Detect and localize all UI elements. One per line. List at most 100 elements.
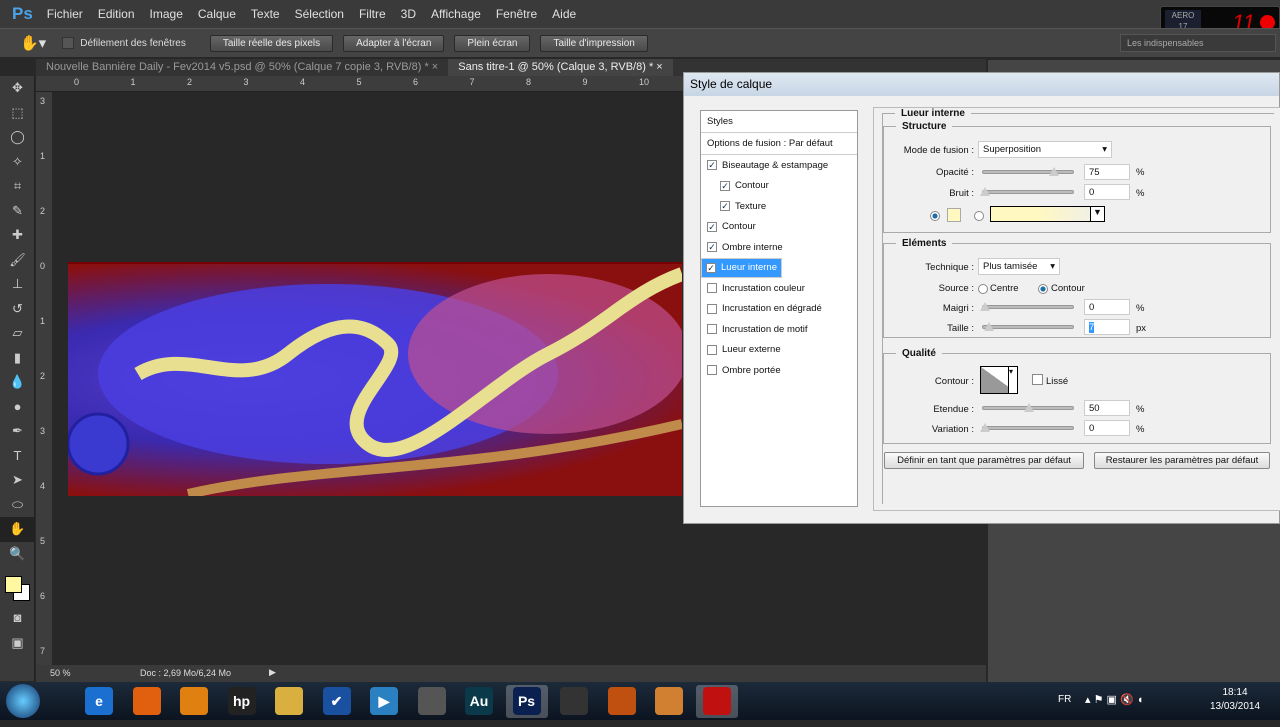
quick-mask-icon[interactable]: ◙ <box>0 606 35 631</box>
type-tool-icon[interactable]: T <box>0 444 35 469</box>
tab-sans-titre[interactable]: Sans titre-1 @ 50% (Calque 3, RVB/8) * × <box>448 59 673 76</box>
style-checkbox[interactable]: ✓ <box>720 180 730 191</box>
taskbar-app-icon[interactable] <box>601 685 643 718</box>
shape-tool-icon[interactable]: ⬭ <box>0 493 35 518</box>
taskbar-app-icon[interactable]: ✔ <box>316 685 358 718</box>
size-input[interactable]: 7 <box>1084 319 1130 335</box>
style-item[interactable]: ✓ Lueur interne <box>701 257 782 278</box>
tray-icons[interactable]: ▴ ⚑ ▣ 🔇 ◖ <box>1085 693 1143 706</box>
gradient-radio[interactable] <box>974 211 984 221</box>
menu-3d[interactable]: 3D <box>401 7 416 21</box>
language-indicator[interactable]: FR <box>1058 694 1071 705</box>
fit-screen-button[interactable]: Adapter à l'écran <box>343 34 445 52</box>
style-checkbox[interactable] <box>707 365 717 376</box>
screen-mode-icon[interactable]: ▣ <box>0 631 35 656</box>
menu-selection[interactable]: Sélection <box>295 7 344 21</box>
style-item[interactable]: ✓ Ombre interne <box>701 237 857 258</box>
style-checkbox[interactable]: ✓ <box>707 242 717 253</box>
contour-picker[interactable]: ▾ <box>980 366 1018 394</box>
style-checkbox[interactable] <box>707 324 717 335</box>
color-swatches[interactable] <box>0 566 34 606</box>
range-slider[interactable] <box>982 403 1074 412</box>
actual-pixels-button[interactable]: Taille réelle des pixels <box>209 34 334 52</box>
menu-calque[interactable]: Calque <box>198 7 236 21</box>
taskbar-app-icon[interactable] <box>268 685 310 718</box>
style-checkbox[interactable]: ✓ <box>720 201 730 212</box>
taskbar-app-icon[interactable]: ▶ <box>363 685 405 718</box>
noise-slider[interactable] <box>980 187 1074 196</box>
zoom-tool-icon[interactable]: 🔍 <box>0 542 35 567</box>
print-size-button[interactable]: Taille d'impression <box>540 34 648 52</box>
solid-color-radio[interactable] <box>930 211 940 221</box>
noise-input[interactable]: 0 <box>1084 184 1130 200</box>
close-icon[interactable]: × <box>656 61 662 73</box>
blend-mode-select[interactable]: Superposition ▾ <box>978 141 1112 158</box>
hand-tool-icon[interactable]: ✋ <box>0 517 35 542</box>
crop-tool-icon[interactable]: ⌗ <box>0 174 35 199</box>
taskbar-app-icon[interactable] <box>126 685 168 718</box>
taskbar-app-icon[interactable] <box>695 685 738 718</box>
reset-default-button[interactable]: Restaurer les paramètres par défaut <box>1094 452 1270 469</box>
marquee-tool-icon[interactable]: ⬚ <box>0 101 35 126</box>
choke-input[interactable]: 0 <box>1084 299 1130 315</box>
zoom-level[interactable]: 50 % <box>50 668 71 678</box>
style-item[interactable]: Incrustation de motif <box>701 319 857 340</box>
style-item[interactable]: Incrustation couleur <box>701 278 857 299</box>
range-input[interactable]: 50 <box>1084 400 1130 416</box>
menu-aide[interactable]: Aide <box>552 7 576 21</box>
eraser-tool-icon[interactable]: ▱ <box>0 321 35 346</box>
taskbar-app-icon[interactable] <box>648 685 690 718</box>
style-checkbox[interactable] <box>707 283 717 294</box>
source-center-radio[interactable] <box>978 284 988 294</box>
menu-affichage[interactable]: Affichage <box>431 7 481 21</box>
dodge-tool-icon[interactable]: ● <box>0 395 35 420</box>
fill-screen-button[interactable]: Plein écran <box>454 34 531 52</box>
taskbar-app-icon[interactable]: Ps <box>505 685 548 718</box>
eyedropper-icon[interactable]: ✎ <box>0 199 35 224</box>
antialias-checkbox[interactable] <box>1032 374 1043 385</box>
choke-slider[interactable] <box>980 302 1074 311</box>
healing-brush-icon[interactable]: ✚ <box>0 223 35 248</box>
style-item[interactable]: Lueur externe <box>701 340 857 361</box>
size-slider[interactable] <box>982 322 1074 331</box>
clock[interactable]: 18:14 13/03/2014 <box>1200 686 1270 714</box>
pen-tool-icon[interactable]: ✒ <box>0 419 35 444</box>
scroll-all-checkbox[interactable] <box>62 37 75 49</box>
opacity-slider[interactable] <box>982 167 1074 176</box>
glow-color-swatch[interactable] <box>947 208 961 222</box>
style-checkbox[interactable]: ✓ <box>707 160 717 171</box>
history-brush-icon[interactable]: ↺ <box>0 297 35 322</box>
styles-header[interactable]: Styles <box>701 111 857 133</box>
stamp-tool-icon[interactable]: ⊥ <box>0 272 35 297</box>
menu-edition[interactable]: Edition <box>98 7 135 21</box>
style-checkbox[interactable]: ✓ <box>707 221 717 232</box>
menu-image[interactable]: Image <box>150 7 183 21</box>
taskbar-app-icon[interactable]: e <box>78 685 120 718</box>
style-item[interactable]: Incrustation en dégradé <box>701 299 857 320</box>
source-edge-radio[interactable] <box>1038 284 1048 294</box>
blur-tool-icon[interactable]: 💧 <box>0 370 35 395</box>
taskbar-app-icon[interactable] <box>553 685 595 718</box>
taskbar-app-icon[interactable]: hp <box>221 685 263 718</box>
technique-select[interactable]: Plus tamisée ▾ <box>978 258 1060 275</box>
menu-filtre[interactable]: Filtre <box>359 7 386 21</box>
make-default-button[interactable]: Définir en tant que paramètres par défau… <box>884 452 1084 469</box>
style-item[interactable]: ✓ Contour <box>701 176 857 197</box>
gradient-picker[interactable]: ▼ <box>990 206 1105 222</box>
jitter-slider[interactable] <box>980 423 1074 432</box>
status-arrow-icon[interactable]: ▶ <box>269 667 276 678</box>
hand-tool-icon[interactable]: ✋▾ <box>20 34 46 52</box>
lasso-tool-icon[interactable]: ◯ <box>0 125 35 150</box>
opacity-input[interactable]: 75 <box>1084 164 1130 180</box>
style-item[interactable]: ✓ Biseautage & estampage <box>701 155 857 176</box>
style-item[interactable]: ✓ Texture <box>701 196 857 217</box>
jitter-input[interactable]: 0 <box>1084 420 1130 436</box>
gradient-tool-icon[interactable]: ▮ <box>0 346 35 371</box>
style-item[interactable]: ✓ Contour <box>701 217 857 238</box>
menu-texte[interactable]: Texte <box>251 7 280 21</box>
blending-options[interactable]: Options de fusion : Par défaut <box>701 133 857 155</box>
start-button[interactable] <box>6 684 40 718</box>
close-icon[interactable]: × <box>432 61 438 73</box>
style-checkbox[interactable] <box>707 303 717 314</box>
move-tool-icon[interactable]: ✥ <box>0 76 35 101</box>
